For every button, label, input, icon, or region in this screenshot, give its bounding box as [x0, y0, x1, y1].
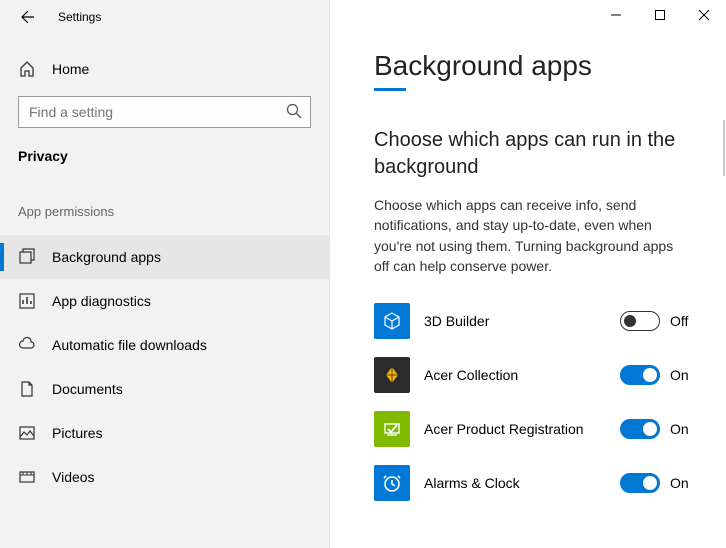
toggle-3d-builder[interactable] — [620, 311, 660, 331]
minimize-button[interactable] — [594, 0, 638, 30]
page-description: Choose which apps can receive info, send… — [374, 195, 684, 276]
app-diagnostics-icon — [18, 292, 36, 310]
toggle-acer-product-registration[interactable] — [620, 419, 660, 439]
minimize-icon — [610, 9, 622, 21]
sidebar: Settings Home Privacy App permissions Ba… — [0, 0, 330, 548]
back-button[interactable] — [14, 3, 42, 31]
window-controls — [594, 0, 726, 30]
window-title: Settings — [58, 10, 101, 24]
app-icon-acer-collection — [374, 357, 410, 393]
close-icon — [698, 9, 710, 21]
nav-item-app-diagnostics[interactable]: App diagnostics — [0, 279, 329, 323]
cloud-download-icon — [18, 336, 36, 354]
search-icon — [285, 102, 303, 120]
toggle-state: On — [670, 421, 694, 437]
close-button[interactable] — [682, 0, 726, 30]
nav-label: App diagnostics — [52, 293, 151, 309]
nav-item-background-apps[interactable]: Background apps — [0, 235, 329, 279]
nav-item-automatic-file-downloads[interactable]: Automatic file downloads — [0, 323, 329, 367]
toggle-state: On — [670, 367, 694, 383]
nav-label: Documents — [52, 381, 123, 397]
app-list: 3D Builder Off Acer Collection On — [374, 294, 694, 510]
nav-item-videos[interactable]: Videos — [0, 455, 329, 499]
toggle-acer-collection[interactable] — [620, 365, 660, 385]
pictures-icon — [18, 424, 36, 442]
app-icon-acer-product-registration — [374, 411, 410, 447]
app-name: 3D Builder — [424, 313, 620, 329]
documents-icon — [18, 380, 36, 398]
toggle-state: Off — [670, 313, 694, 329]
background-apps-icon — [18, 248, 36, 266]
app-row-acer-product-registration: Acer Product Registration On — [374, 402, 694, 456]
maximize-icon — [654, 9, 666, 21]
nav-label: Automatic file downloads — [52, 337, 207, 353]
app-row-acer-collection: Acer Collection On — [374, 348, 694, 402]
scroll-indicator[interactable] — [723, 120, 725, 176]
nav-item-pictures[interactable]: Pictures — [0, 411, 329, 455]
page-title: Background apps — [374, 50, 696, 82]
app-name: Alarms & Clock — [424, 475, 620, 491]
toggle-state: On — [670, 475, 694, 491]
app-name: Acer Collection — [424, 367, 620, 383]
accent-bar — [374, 88, 406, 91]
toggle-alarms-clock[interactable] — [620, 473, 660, 493]
titlebar: Settings — [0, 0, 329, 34]
home-nav[interactable]: Home — [0, 50, 329, 88]
search-wrap — [18, 96, 311, 128]
content-pane: Background apps Choose which apps can ru… — [330, 0, 726, 548]
arrow-left-icon — [20, 9, 36, 25]
app-icon-3d-builder — [374, 303, 410, 339]
page-subhead: Choose which apps can run in the backgro… — [374, 127, 696, 181]
home-label: Home — [52, 61, 89, 77]
section-label: App permissions — [0, 184, 329, 235]
app-row-alarms-clock: Alarms & Clock On — [374, 456, 694, 510]
nav-label: Background apps — [52, 249, 161, 265]
app-row-3d-builder: 3D Builder Off — [374, 294, 694, 348]
maximize-button[interactable] — [638, 0, 682, 30]
home-icon — [18, 60, 36, 78]
nav-label: Videos — [52, 469, 95, 485]
nav-item-documents[interactable]: Documents — [0, 367, 329, 411]
category-heading: Privacy — [0, 142, 329, 184]
videos-icon — [18, 468, 36, 486]
app-icon-alarms-clock — [374, 465, 410, 501]
search-input[interactable] — [18, 96, 311, 128]
nav-label: Pictures — [52, 425, 103, 441]
app-name: Acer Product Registration — [424, 421, 620, 437]
